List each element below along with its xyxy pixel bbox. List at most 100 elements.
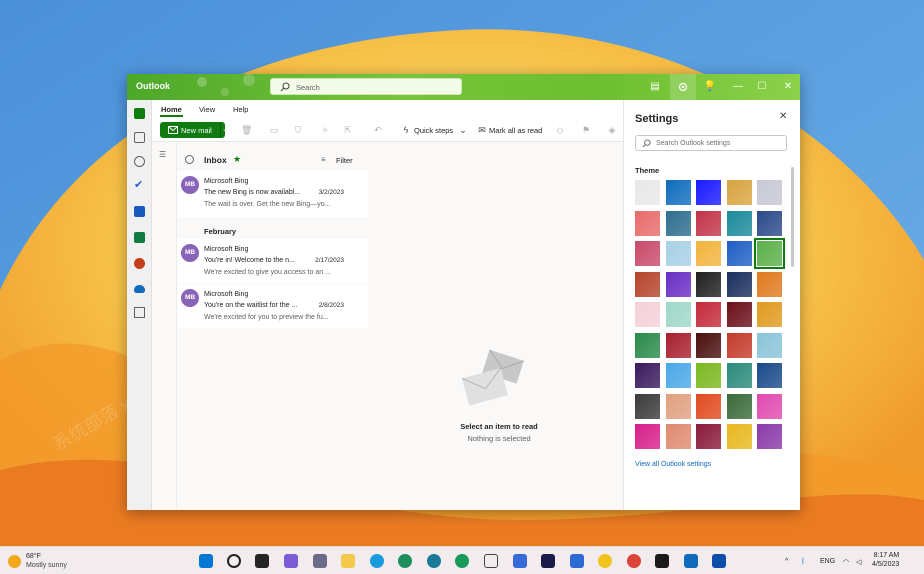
settings-search-input[interactable]: Search Outlook settings <box>635 135 787 151</box>
chrome-icon[interactable] <box>627 554 641 568</box>
terminal-icon[interactable] <box>655 554 669 568</box>
search-input[interactable]: Search <box>270 78 462 95</box>
tab-help[interactable]: Help <box>233 105 248 114</box>
flag-icon[interactable]: ⚑ <box>581 125 591 135</box>
theme-swatch[interactable] <box>757 302 782 327</box>
theme-swatch[interactable] <box>635 424 660 449</box>
theme-swatch[interactable] <box>726 302 752 327</box>
document-icon[interactable] <box>570 554 584 568</box>
store-icon[interactable] <box>541 554 555 568</box>
lightbulb-icon[interactable]: 💡 <box>703 80 717 94</box>
theme-swatch[interactable] <box>726 363 752 388</box>
theme-swatch[interactable] <box>665 210 691 236</box>
outlook-taskbar-icon[interactable] <box>684 554 698 568</box>
theme-swatch[interactable] <box>665 271 691 297</box>
theme-swatch[interactable] <box>635 180 660 205</box>
calendar-icon[interactable] <box>134 132 145 143</box>
theme-swatch[interactable] <box>726 180 752 205</box>
theme-swatch[interactable] <box>754 238 785 269</box>
theme-swatch[interactable] <box>696 180 721 205</box>
chevron-down-icon[interactable]: ⌄ <box>458 125 468 135</box>
theme-swatch[interactable] <box>696 302 721 327</box>
close-icon[interactable]: ✕ <box>781 80 795 94</box>
settings-app-icon[interactable] <box>313 554 327 568</box>
close-icon[interactable]: ✕ <box>779 111 787 122</box>
list-item[interactable]: MB Microsoft Bing The new Bing is now av… <box>177 171 368 217</box>
minimize-icon[interactable]: — <box>731 80 745 94</box>
theme-swatch[interactable] <box>635 241 660 266</box>
theme-swatch[interactable] <box>757 424 782 449</box>
powerpoint-icon[interactable] <box>134 258 145 269</box>
tab-home[interactable]: Home <box>161 105 182 114</box>
theme-swatch[interactable] <box>665 393 691 419</box>
sweep-icon[interactable]: ✧ <box>320 125 330 135</box>
theme-swatch[interactable] <box>757 210 782 236</box>
select-all-checkbox-icon[interactable] <box>185 155 194 164</box>
move-to-icon[interactable]: ⇱ <box>343 125 353 135</box>
search-icon[interactable] <box>227 554 241 568</box>
theme-swatch[interactable] <box>696 271 721 297</box>
edge-beta-icon[interactable] <box>398 554 412 568</box>
outlook-classic-icon[interactable] <box>712 554 726 568</box>
settings-button[interactable] <box>670 74 696 100</box>
theme-swatch[interactable] <box>665 302 691 327</box>
volume-icon[interactable]: ◁ <box>856 558 861 566</box>
theme-swatch[interactable] <box>726 424 752 449</box>
chevron-up-icon[interactable]: ^ <box>785 558 788 565</box>
theme-swatch[interactable] <box>696 332 721 358</box>
pin-icon[interactable]: ◈ <box>607 125 617 135</box>
start-icon[interactable] <box>199 554 213 568</box>
theme-swatch[interactable] <box>635 363 660 388</box>
scrollbar[interactable] <box>791 167 794 267</box>
theme-swatch[interactable] <box>635 332 660 358</box>
theme-swatch[interactable] <box>696 393 721 419</box>
maximize-icon[interactable]: ☐ <box>755 80 769 94</box>
list-item[interactable]: MB Microsoft Bing You're on the waitlist… <box>177 284 368 328</box>
theme-swatch[interactable] <box>726 241 752 266</box>
theme-swatch[interactable] <box>635 393 660 419</box>
tag-icon[interactable]: ◇ <box>555 125 565 135</box>
tab-view[interactable]: View <box>199 105 215 114</box>
theme-swatch[interactable] <box>726 393 752 419</box>
theme-swatch[interactable] <box>757 332 782 358</box>
edge-canary-icon[interactable] <box>455 554 469 568</box>
word-icon[interactable] <box>134 206 145 217</box>
theme-swatch[interactable] <box>665 363 691 388</box>
favorite-star-icon[interactable]: ★ <box>233 154 241 165</box>
theme-swatch[interactable] <box>635 271 660 297</box>
expand-folders-icon[interactable]: ☰ <box>159 150 166 159</box>
theme-swatch[interactable] <box>696 424 721 449</box>
language-indicator[interactable]: ENG <box>820 558 835 565</box>
people-icon[interactable] <box>134 156 145 167</box>
mark-all-read-button[interactable]: Mark all as read <box>489 126 542 135</box>
chevron-down-icon[interactable]: ⌄ <box>222 125 228 133</box>
canary-browser-icon[interactable] <box>598 554 612 568</box>
theme-swatch[interactable] <box>726 210 752 236</box>
chat-icon[interactable] <box>284 554 298 568</box>
report-icon[interactable]: ⛉ <box>293 125 303 135</box>
more-apps-icon[interactable] <box>134 307 145 318</box>
theme-swatch[interactable] <box>696 210 721 236</box>
filter-button[interactable]: Filter <box>336 156 353 165</box>
theme-swatch[interactable] <box>726 332 752 358</box>
delete-icon[interactable]: 🗑 <box>241 125 252 135</box>
theme-swatch[interactable] <box>635 302 660 327</box>
edge-dev-icon[interactable] <box>427 554 441 568</box>
snipping-tool-icon[interactable] <box>484 554 498 568</box>
theme-swatch[interactable] <box>665 241 691 266</box>
theme-swatch[interactable] <box>635 210 660 236</box>
theme-swatch[interactable] <box>665 180 691 205</box>
list-item[interactable]: MB Microsoft Bing You're in! Welcome to … <box>177 239 368 283</box>
theme-swatch[interactable] <box>757 271 782 297</box>
bluetooth-icon[interactable]: ᛒ <box>801 558 805 565</box>
excel-icon[interactable] <box>134 232 145 243</box>
onedrive-icon[interactable] <box>134 285 145 293</box>
theme-swatch[interactable] <box>665 332 691 358</box>
theme-swatch[interactable] <box>757 393 782 419</box>
mail-icon[interactable] <box>134 108 145 119</box>
undo-icon[interactable]: ↶ <box>373 125 383 135</box>
wifi-icon[interactable]: ◠ <box>843 558 849 566</box>
theme-swatch[interactable] <box>757 363 782 388</box>
theme-swatch[interactable] <box>696 363 721 388</box>
archive-icon[interactable]: ▭ <box>269 125 279 135</box>
